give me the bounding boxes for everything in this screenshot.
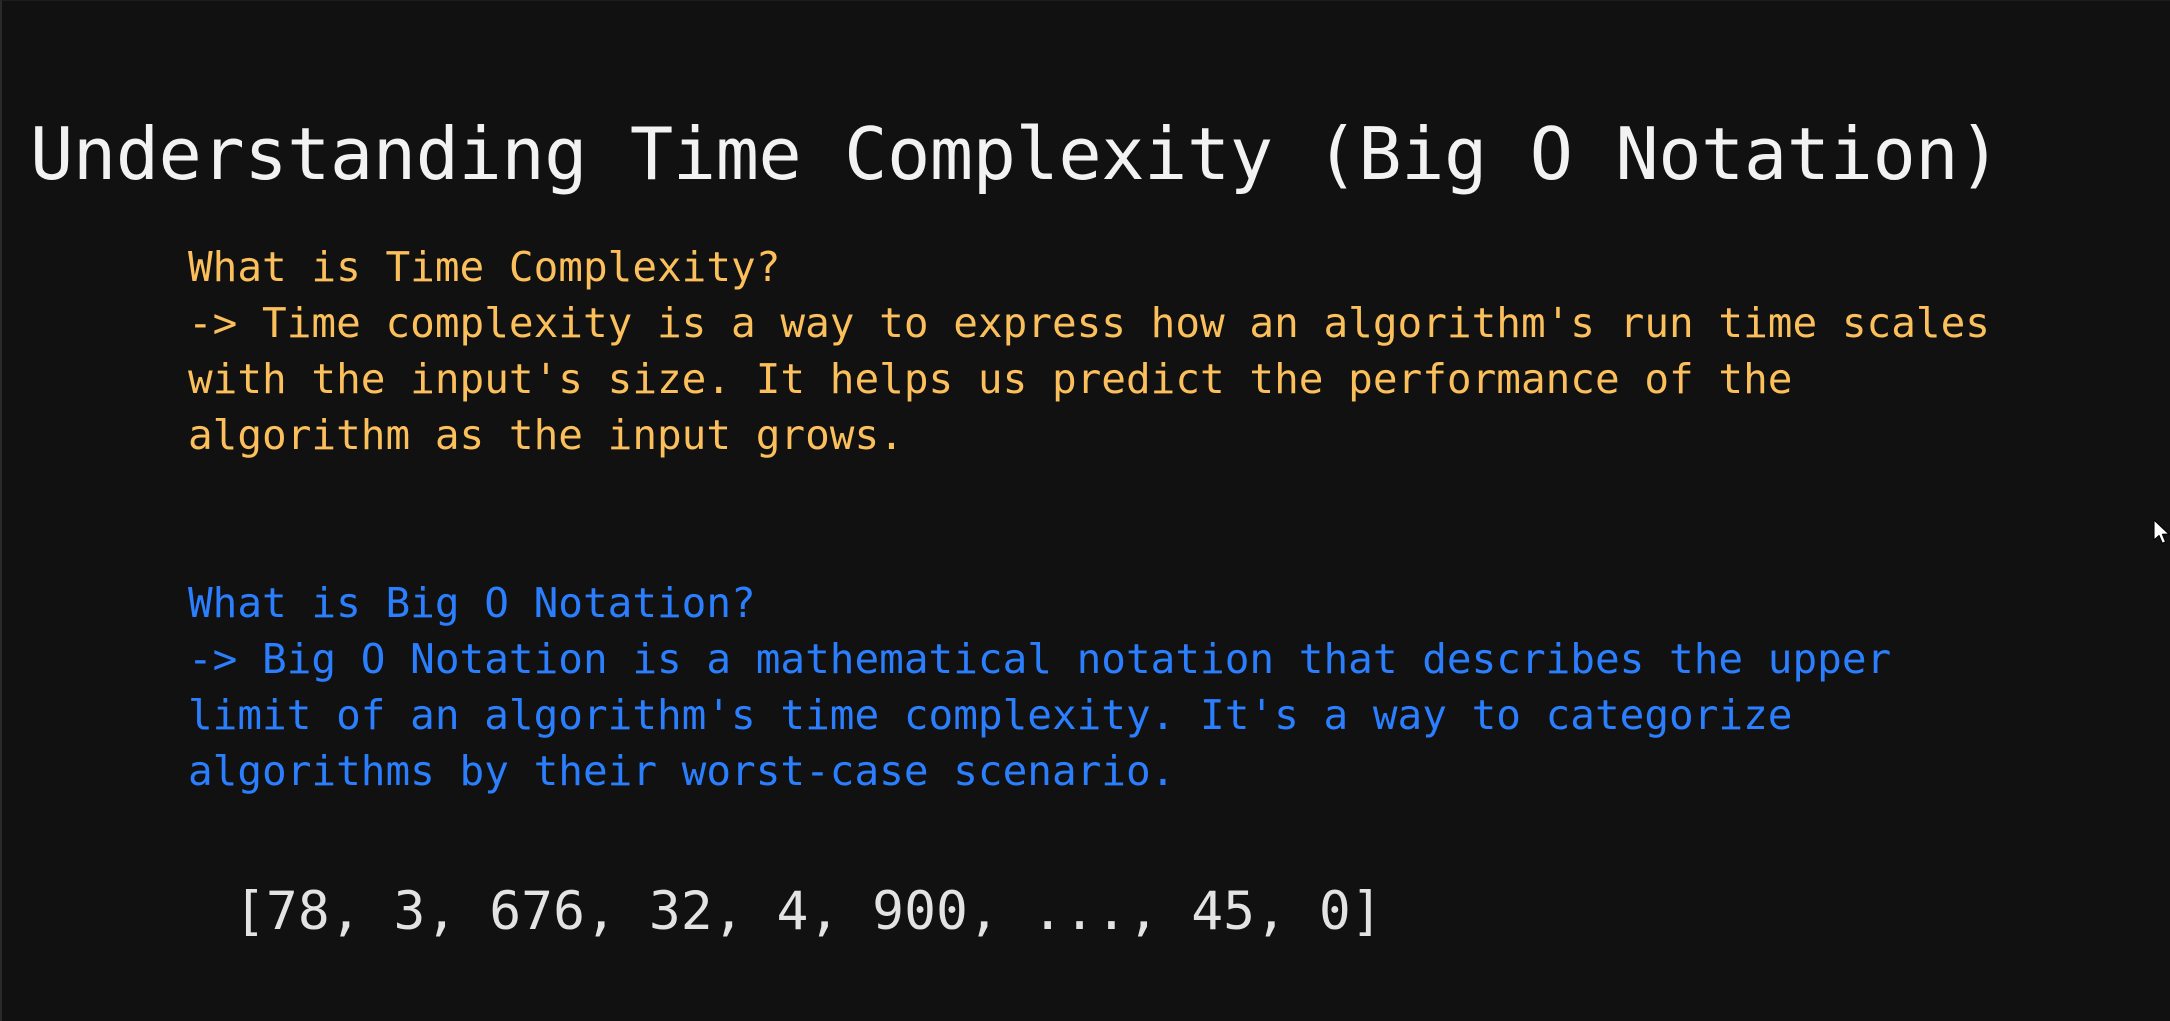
array-example: [78, 3, 676, 32, 4, 900, ..., 45, 0] <box>234 881 1383 942</box>
slide-root: Understanding Time Complexity (Big O Not… <box>0 0 2170 1021</box>
arrow-pointer-icon <box>2153 519 2170 544</box>
content-column: What is Time Complexity? -> Time complex… <box>188 239 2008 947</box>
section-body-big-o-notation: -> Big O Notation is a mathematical nota… <box>188 635 1916 795</box>
page-title: Understanding Time Complexity (Big O Not… <box>30 112 2002 197</box>
section-body-time-complexity: -> Time complexity is a way to express h… <box>188 299 2015 459</box>
section-heading-big-o-notation: What is Big O Notation? <box>188 579 756 627</box>
mouse-cursor <box>2152 519 2170 547</box>
section-heading-time-complexity: What is Time Complexity? <box>188 243 781 291</box>
section-big-o-notation: What is Big O Notation? -> Big O Notatio… <box>188 575 2008 799</box>
section-time-complexity: What is Time Complexity? -> Time complex… <box>188 239 2008 463</box>
